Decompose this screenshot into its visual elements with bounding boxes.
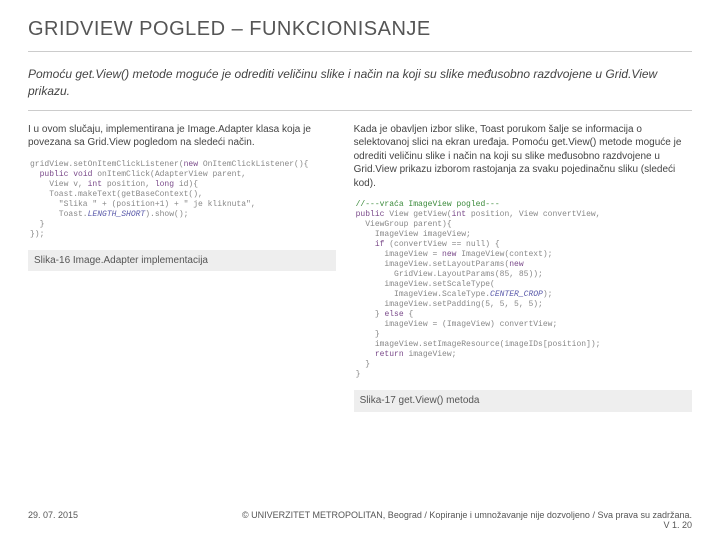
footer-copyright: © UNIVERZITET METROPOLITAN, Beograd / Ko… [242, 510, 692, 530]
two-columns: I u ovom slučaju, implementirana je Imag… [28, 123, 692, 412]
footer-date: 29. 07. 2015 [28, 510, 78, 530]
right-code-block: //---vraća ImageView pogled--- public Vi… [354, 196, 692, 384]
right-caption: Slika-17 get.View() metoda [354, 390, 692, 412]
slide-title: GRIDVIEW POGLED – FUNKCIONISANJE [28, 18, 692, 52]
footer: 29. 07. 2015 © UNIVERZITET METROPOLITAN,… [0, 510, 720, 530]
footer-copy-line1: © UNIVERZITET METROPOLITAN, Beograd / Ko… [242, 510, 692, 520]
left-code-block: gridView.setOnItemClickListener(new OnIt… [28, 156, 336, 244]
left-column: I u ovom slučaju, implementirana je Imag… [28, 123, 336, 412]
left-caption: Slika-16 Image.Adapter implementacija [28, 250, 336, 272]
left-paragraph: I u ovom slučaju, implementirana je Imag… [28, 123, 336, 150]
footer-copy-line2: V 1. 20 [663, 520, 692, 530]
right-paragraph: Kada je obavljen izbor slike, Toast poru… [354, 123, 692, 191]
intro-text: Pomoću get.View() metode moguće je odred… [28, 66, 692, 111]
right-column: Kada je obavljen izbor slike, Toast poru… [354, 123, 692, 412]
